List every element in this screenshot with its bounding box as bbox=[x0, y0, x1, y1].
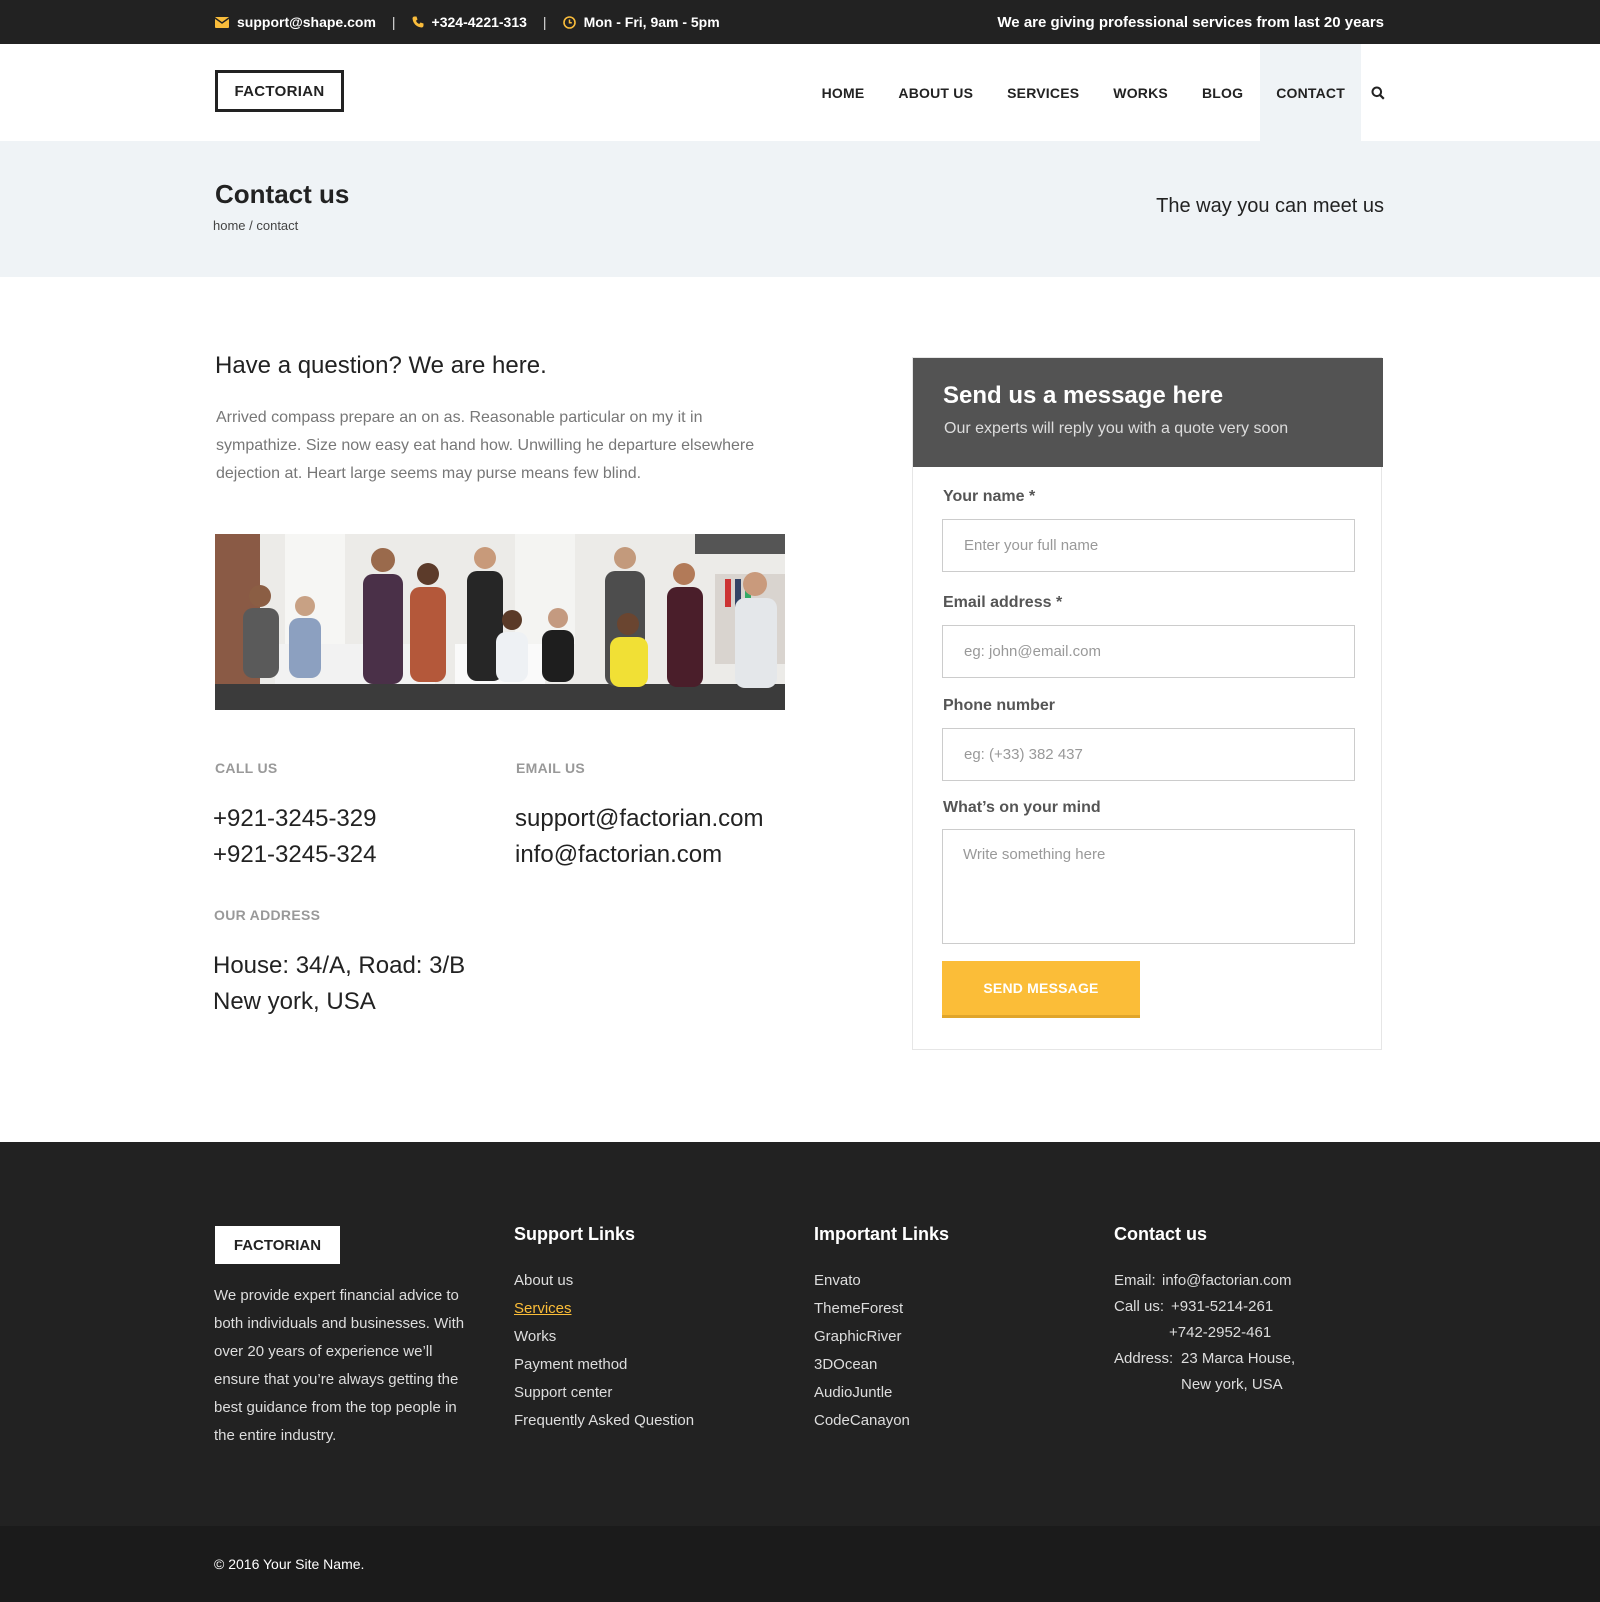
topbar-phone[interactable]: +324-4221-313 bbox=[412, 14, 527, 30]
site-footer: FACTORIAN We provide expert financial ad… bbox=[0, 1142, 1600, 1526]
name-label: Your name * bbox=[943, 488, 1036, 505]
nav-blog[interactable]: BLOG bbox=[1185, 44, 1260, 141]
phone-number[interactable]: +921-3245-324 bbox=[213, 837, 376, 873]
support-links-column: Support Links About us Services Works Pa… bbox=[514, 1224, 694, 1435]
team-photo-illustration bbox=[215, 534, 785, 710]
footer-link-support-center[interactable]: Support center bbox=[514, 1379, 694, 1407]
email-label: Email address * bbox=[943, 594, 1063, 611]
call-us-label: CALL US bbox=[215, 760, 278, 776]
footer-link-payment-method[interactable]: Payment method bbox=[514, 1351, 694, 1379]
topbar-email[interactable]: support@shape.com bbox=[215, 14, 376, 30]
footer-about-text: We provide expert financial advice to bo… bbox=[214, 1287, 465, 1444]
footer-link-works[interactable]: Works bbox=[514, 1323, 694, 1351]
footer-address-key: Address: bbox=[1114, 1350, 1174, 1367]
team-photo bbox=[215, 534, 785, 710]
footer-link-services[interactable]: Services bbox=[514, 1295, 694, 1323]
footer-call-value[interactable]: +742-2952-461 bbox=[1169, 1320, 1271, 1346]
phone-number[interactable]: +921-3245-329 bbox=[213, 801, 376, 837]
footer-call-value[interactable]: +931-5214-261 bbox=[1171, 1294, 1273, 1320]
page-title: Contact us bbox=[215, 179, 350, 209]
address-line: New york, USA bbox=[213, 988, 376, 1015]
footer-link-faq[interactable]: Frequently Asked Question bbox=[514, 1407, 694, 1435]
email-input[interactable] bbox=[942, 625, 1355, 678]
page-banner: Contact us home / contact The way you ca… bbox=[0, 141, 1600, 277]
footer-link-themeforest[interactable]: ThemeForest bbox=[814, 1295, 949, 1323]
form-header: Send us a message here Our experts will … bbox=[913, 358, 1383, 467]
copyright-bar: © 2016 Your Site Name. bbox=[0, 1526, 1600, 1602]
phone-label: Phone number bbox=[943, 697, 1056, 714]
topbar-tagline: We are giving professional services from… bbox=[997, 13, 1384, 31]
our-address-label: OUR ADDRESS bbox=[214, 907, 321, 923]
topbar-hours: Mon - Fri, 9am - 5pm bbox=[562, 14, 720, 30]
phone-icon bbox=[412, 16, 424, 28]
email-us-label: EMAIL US bbox=[516, 760, 586, 776]
topbar-phone-text: +324-4221-313 bbox=[431, 14, 527, 30]
envelope-icon bbox=[215, 16, 229, 28]
nav-about-us[interactable]: ABOUT US bbox=[881, 44, 990, 141]
footer-link-graphicriver[interactable]: GraphicRiver bbox=[814, 1323, 949, 1351]
footer-call-key: Call us: bbox=[1114, 1298, 1165, 1315]
clock-icon bbox=[562, 15, 576, 29]
topbar-separator: | bbox=[542, 14, 547, 30]
footer-email-key: Email: bbox=[1114, 1272, 1156, 1289]
message-label: What’s on your mind bbox=[943, 799, 1101, 816]
topbar-hours-text: Mon - Fri, 9am - 5pm bbox=[583, 14, 720, 30]
main-nav: HOME ABOUT US SERVICES WORKS BLOG CONTAC… bbox=[805, 44, 1385, 141]
footer-logo[interactable]: FACTORIAN bbox=[215, 1226, 340, 1264]
footer-link-3docean[interactable]: 3DOcean bbox=[814, 1351, 949, 1379]
site-header: FACTORIAN HOME ABOUT US SERVICES WORKS B… bbox=[0, 44, 1600, 141]
footer-contact-details: Email: info@factorian.com Call us: +931-… bbox=[1114, 1268, 1295, 1398]
name-input[interactable] bbox=[942, 519, 1355, 572]
phone-input[interactable] bbox=[942, 728, 1355, 781]
banner-tagline: The way you can meet us bbox=[1156, 195, 1384, 217]
message-textarea[interactable] bbox=[942, 829, 1355, 944]
email-address[interactable]: info@factorian.com bbox=[515, 837, 722, 873]
topbar-separator: | bbox=[391, 14, 396, 30]
top-bar: support@shape.com | +324-4221-313 | Mon … bbox=[0, 0, 1600, 44]
form-title: Send us a message here bbox=[943, 382, 1224, 409]
form-subtitle: Our experts will reply you with a quote … bbox=[944, 420, 1289, 437]
nav-contact[interactable]: CONTACT bbox=[1260, 44, 1361, 141]
breadcrumb[interactable]: home / contact bbox=[213, 218, 298, 233]
footer-link-envato[interactable]: Envato bbox=[814, 1267, 949, 1295]
intro-text: Arrived compass prepare an on as. Reason… bbox=[216, 409, 755, 482]
address-line: House: 34/A, Road: 3/B bbox=[213, 952, 466, 979]
contact-form-card: Send us a message here Our experts will … bbox=[912, 357, 1383, 1050]
intro-title: Have a question? We are here. bbox=[215, 352, 547, 379]
send-message-button[interactable]: SEND MESSAGE bbox=[942, 961, 1140, 1018]
footer-link-codecanayon[interactable]: CodeCanayon bbox=[814, 1407, 949, 1435]
email-address[interactable]: support@factorian.com bbox=[515, 801, 763, 837]
nav-home[interactable]: HOME bbox=[805, 44, 882, 141]
footer-email-value[interactable]: info@factorian.com bbox=[1162, 1268, 1291, 1294]
topbar-email-text: support@shape.com bbox=[237, 14, 376, 30]
footer-address-value: 23 Marca House, bbox=[1181, 1350, 1296, 1367]
site-logo[interactable]: FACTORIAN bbox=[215, 70, 344, 112]
footer-contact-column: Contact us bbox=[1114, 1224, 1207, 1267]
nav-works[interactable]: WORKS bbox=[1096, 44, 1185, 141]
footer-link-audiojuntle[interactable]: AudioJuntle bbox=[814, 1379, 949, 1407]
copyright-text: © 2016 Your Site Name. bbox=[214, 1556, 365, 1572]
footer-address-value: New york, USA bbox=[1181, 1376, 1283, 1393]
important-links-column: Important Links Envato ThemeForest Graph… bbox=[814, 1224, 949, 1435]
nav-services[interactable]: SERVICES bbox=[990, 44, 1096, 141]
support-links-title: Support Links bbox=[514, 1224, 635, 1244]
footer-contact-title: Contact us bbox=[1114, 1224, 1208, 1244]
important-links-title: Important Links bbox=[814, 1224, 950, 1244]
search-icon[interactable] bbox=[1361, 44, 1385, 141]
footer-link-about-us[interactable]: About us bbox=[514, 1267, 694, 1295]
